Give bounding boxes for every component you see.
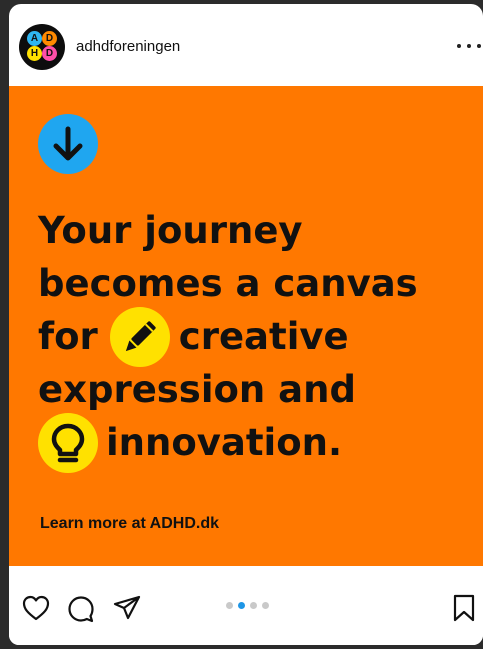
carousel-dot-active [238, 602, 245, 609]
headline-line-4: expression and [38, 368, 356, 411]
carousel-dot [226, 602, 233, 609]
share-icon[interactable] [113, 595, 141, 626]
comment-icon[interactable] [67, 595, 95, 628]
logo-letter-h: H [27, 46, 42, 61]
arrow-down-icon [38, 114, 98, 174]
headline-line-1: Your journey [38, 209, 303, 252]
more-options-icon[interactable] [457, 38, 481, 54]
headline-word-creative: creative [178, 315, 349, 358]
learn-more-text: Learn more at ADHD.dk [40, 515, 219, 532]
carousel-indicator [226, 602, 269, 609]
headline-line-3: for creative [38, 306, 478, 367]
headline: Your journey becomes a canvas for creati… [38, 204, 478, 473]
carousel-dot [250, 602, 257, 609]
logo-letter-d: D [42, 31, 57, 46]
post-header: A D H D adhdforeningen [9, 4, 483, 86]
post-image: Your journey becomes a canvas for creati… [9, 86, 483, 566]
logo-letter-d2: D [42, 46, 57, 61]
action-bar [9, 566, 483, 645]
lightbulb-icon [38, 412, 98, 473]
bookmark-icon[interactable] [452, 594, 476, 627]
username[interactable]: adhdforeningen [76, 38, 180, 55]
headline-line-2: becomes a canvas [38, 262, 418, 305]
avatar[interactable]: A D H D [19, 24, 65, 70]
logo-letter-a: A [27, 31, 42, 46]
headline-line-5: innovation. [38, 412, 478, 473]
pencil-icon [109, 306, 170, 367]
instagram-post-card: A D H D adhdforeningen Your journey beco… [9, 4, 483, 645]
carousel-dot [262, 602, 269, 609]
headline-word-innovation: innovation. [106, 421, 343, 464]
heart-icon[interactable] [22, 595, 50, 626]
headline-word-for: for [38, 315, 98, 358]
